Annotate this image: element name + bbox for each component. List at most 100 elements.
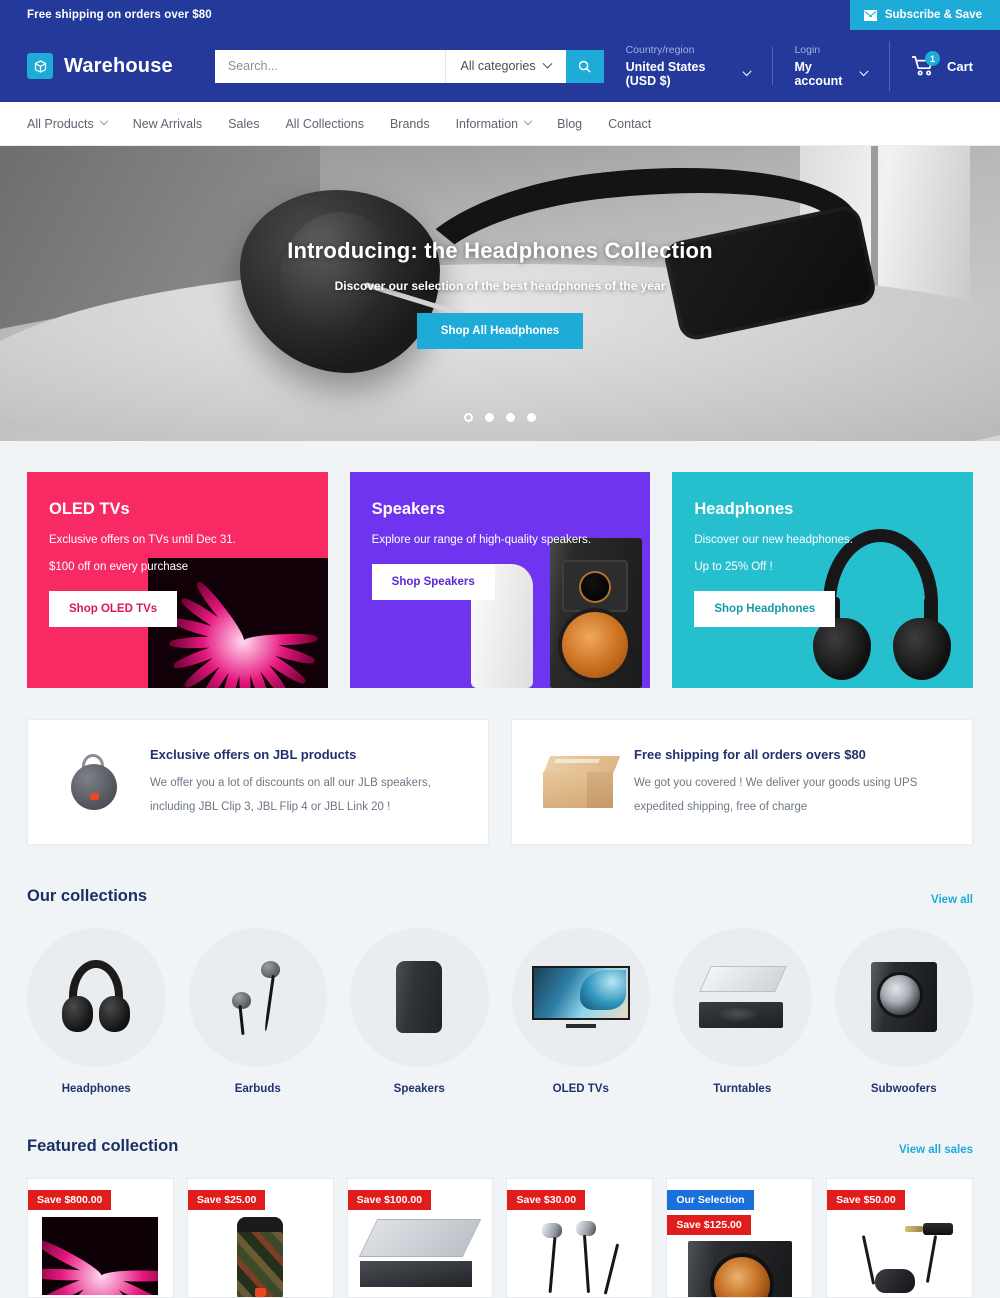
promo-card-headphones[interactable]: Headphones Discover our new headphones. … <box>672 472 974 688</box>
collection-label: Earbuds <box>234 1082 281 1095</box>
product-card[interactable]: Save $25.00 <box>186 1177 334 1298</box>
nav-item-information[interactable]: Information <box>456 116 533 131</box>
collection-item-headphones[interactable]: Headphones <box>27 928 166 1095</box>
featured-section-header: Featured collection View all sales <box>27 1095 973 1160</box>
collection-thumbnail <box>511 928 650 1067</box>
info-box-jbl-offers: Exclusive offers on JBL products We offe… <box>27 719 489 846</box>
account-menu[interactable]: Login My account <box>772 44 889 88</box>
nav-label: New Arrivals <box>132 116 203 131</box>
chevron-down-icon <box>99 116 108 125</box>
promo-line-2: $100 off on every purchase <box>49 561 189 573</box>
warehouse-box-icon <box>27 53 53 79</box>
nav-item-all-products[interactable]: All Products <box>27 116 108 131</box>
collection-item-earbuds[interactable]: Earbuds <box>188 928 327 1095</box>
featured-view-all-link[interactable]: View all sales <box>899 1144 973 1156</box>
collection-thumbnail <box>834 928 973 1067</box>
promo-title: OLED TVs <box>49 500 130 518</box>
my-account-value[interactable]: My account <box>794 60 869 88</box>
collections-title: Our collections <box>27 887 148 906</box>
cart-button[interactable]: 1 Cart <box>888 41 973 91</box>
nav-label: Sales <box>228 116 260 131</box>
search-input[interactable] <box>214 49 445 83</box>
nav-item-new-arrivals[interactable]: New Arrivals <box>133 117 202 131</box>
carousel-dot-4[interactable] <box>527 413 536 422</box>
logo[interactable]: Warehouse <box>27 53 173 79</box>
carousel-dot-2[interactable] <box>485 413 494 422</box>
collection-item-speakers[interactable]: Speakers <box>350 928 489 1095</box>
page-content: OLED TVs Exclusive offers on TVs until D… <box>0 441 1000 1298</box>
product-image <box>507 1217 652 1297</box>
product-card[interactable]: Save $100.00 <box>346 1177 494 1298</box>
product-card[interactable]: Save $50.00 <box>826 1177 973 1298</box>
promo-line-2: Up to 25% Off ! <box>694 561 773 573</box>
nav-label: Contact <box>608 116 652 131</box>
product-card[interactable]: Save $800.00 <box>27 1177 174 1298</box>
nav-item-sales[interactable]: Sales <box>228 117 259 131</box>
info-boxes: Exclusive offers on JBL products We offe… <box>27 688 973 846</box>
collection-label: Speakers <box>393 1082 445 1095</box>
hero-carousel: Introducing: the Headphones Collection D… <box>0 146 1000 441</box>
main-navigation: All Products New Arrivals Sales All Coll… <box>0 102 1000 146</box>
product-badges: Our Selection Save $125.00 <box>667 1189 754 1240</box>
country-region-selector[interactable]: Country/region United States (USD $) <box>604 44 773 88</box>
carousel-dot-3[interactable] <box>506 413 515 422</box>
info-description: We offer you a lot of discounts on all o… <box>150 777 431 813</box>
search-bar: All categories <box>214 49 604 83</box>
collection-item-subwoofers[interactable]: Subwoofers <box>834 928 973 1095</box>
login-label: Login <box>794 44 821 56</box>
country-region-value[interactable]: United States (USD $) <box>626 60 753 88</box>
nav-item-contact[interactable]: Contact <box>608 117 651 131</box>
shop-headphones-button[interactable]: Shop Headphones <box>694 591 836 627</box>
chevron-down-icon <box>742 66 753 76</box>
collections-view-all-link[interactable]: View all <box>931 894 973 906</box>
promo-line-1: Discover our new headphones. <box>694 534 853 546</box>
collection-item-oled-tvs[interactable]: OLED TVs <box>511 928 650 1095</box>
featured-products-list: Save $800.00 Save $25.00 Save $100.00 Sa… <box>27 1160 973 1298</box>
nav-item-blog[interactable]: Blog <box>557 117 582 131</box>
collection-label: OLED TVs <box>552 1082 609 1095</box>
carousel-dot-1[interactable] <box>464 413 473 422</box>
site-header: Warehouse All categories Country/region … <box>0 30 1000 102</box>
nav-label: Blog <box>557 116 583 131</box>
info-box-free-shipping: Free shipping for all orders overs $80 W… <box>511 719 973 846</box>
my-account-text: My account <box>794 60 843 88</box>
subscribe-and-save-button[interactable]: Subscribe & Save <box>849 0 1000 30</box>
promo-title: Speakers <box>371 500 446 518</box>
product-image <box>827 1217 972 1297</box>
product-badges: Save $50.00 <box>827 1189 905 1215</box>
cart-count-badge: 1 <box>924 51 940 66</box>
info-title: Free shipping for all orders overs $80 <box>634 747 866 762</box>
cart-icon: 1 <box>911 51 940 77</box>
product-image <box>188 1216 333 1297</box>
collection-item-turntables[interactable]: Turntables <box>673 928 812 1095</box>
hero-subtitle: Discover our selection of the best headp… <box>334 279 666 293</box>
search-submit-button[interactable] <box>565 49 604 83</box>
subscribe-label: Subscribe & Save <box>884 9 982 21</box>
status-badge: Save $800.00 <box>28 1189 112 1210</box>
product-badges: Save $30.00 <box>507 1189 586 1215</box>
hero-cta-button[interactable]: Shop All Headphones <box>416 313 584 349</box>
promo-card-oled-tvs[interactable]: OLED TVs Exclusive offers on TVs until D… <box>27 472 328 688</box>
header-utilities: Country/region United States (USD $) Log… <box>604 41 973 91</box>
collection-thumbnail <box>673 928 812 1067</box>
status-badge: Save $50.00 <box>827 1189 905 1210</box>
collection-thumbnail <box>27 928 166 1067</box>
jbl-speaker-icon <box>58 745 130 819</box>
collections-section-header: Our collections View all <box>27 845 973 910</box>
info-description: We got you covered ! We deliver your goo… <box>634 777 918 813</box>
collection-label: Subwoofers <box>870 1082 937 1095</box>
nav-item-all-collections[interactable]: All Collections <box>285 117 364 131</box>
hero-title: Introducing: the Headphones Collection <box>287 238 713 263</box>
status-badge: Save $30.00 <box>507 1189 586 1210</box>
product-card[interactable]: Save $30.00 <box>506 1177 654 1298</box>
status-badge: Save $25.00 <box>187 1189 266 1210</box>
search-category-label: All categories <box>460 59 536 73</box>
shop-speakers-button[interactable]: Shop Speakers <box>371 564 495 600</box>
nav-item-brands[interactable]: Brands <box>390 117 430 131</box>
promo-card-speakers[interactable]: Speakers Explore our range of high-quali… <box>349 472 651 688</box>
product-image <box>28 1216 173 1297</box>
search-category-dropdown[interactable]: All categories <box>444 49 566 83</box>
product-card[interactable]: Our Selection Save $125.00 <box>666 1177 814 1298</box>
product-image <box>348 1217 493 1297</box>
shop-oled-tvs-button[interactable]: Shop OLED TVs <box>49 591 178 627</box>
